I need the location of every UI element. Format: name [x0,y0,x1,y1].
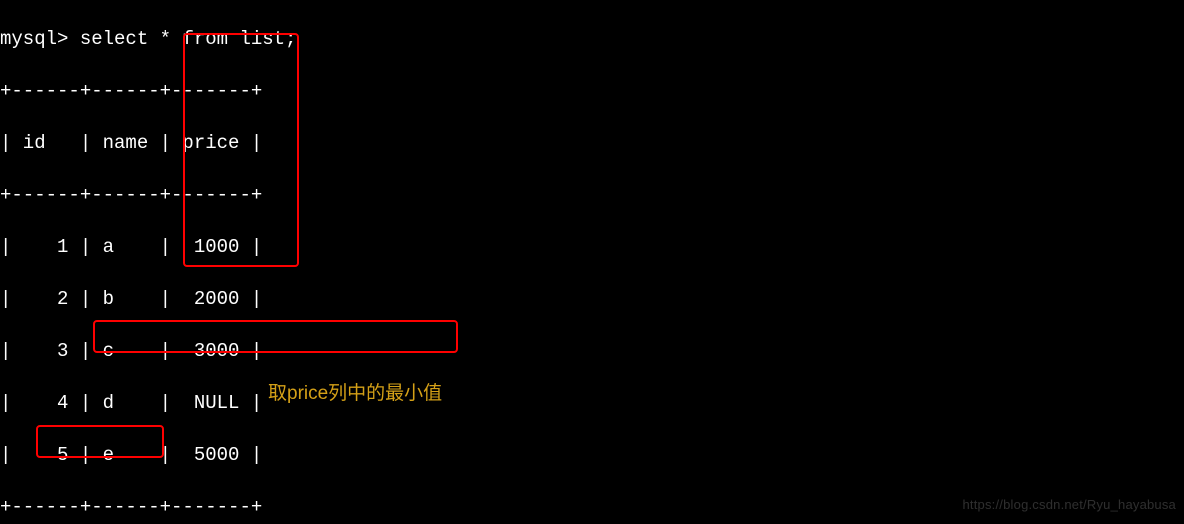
table-separator: +------+------+-------+ [0,182,1184,208]
table-row: | 1 | a | 1000 | [0,234,1184,260]
table-row: | 4 | d | NULL | [0,390,1184,416]
table-separator: +------+------+-------+ [0,78,1184,104]
terminal-output: mysql> select * from list; +------+-----… [0,0,1184,524]
mysql-prompt: mysql> [0,28,80,50]
watermark-text: https://blog.csdn.net/Ryu_hayabusa [963,492,1177,518]
sql-query-1: select * from list; [80,28,297,50]
query-line-1: mysql> select * from list; [0,26,1184,52]
annotation-text: 取price列中的最小值 [268,381,442,407]
table-row: | 2 | b | 2000 | [0,286,1184,312]
table-row: | 5 | e | 5000 | [0,442,1184,468]
table-row: | 3 | c | 3000 | [0,338,1184,364]
table-header: | id | name | price | [0,130,1184,156]
